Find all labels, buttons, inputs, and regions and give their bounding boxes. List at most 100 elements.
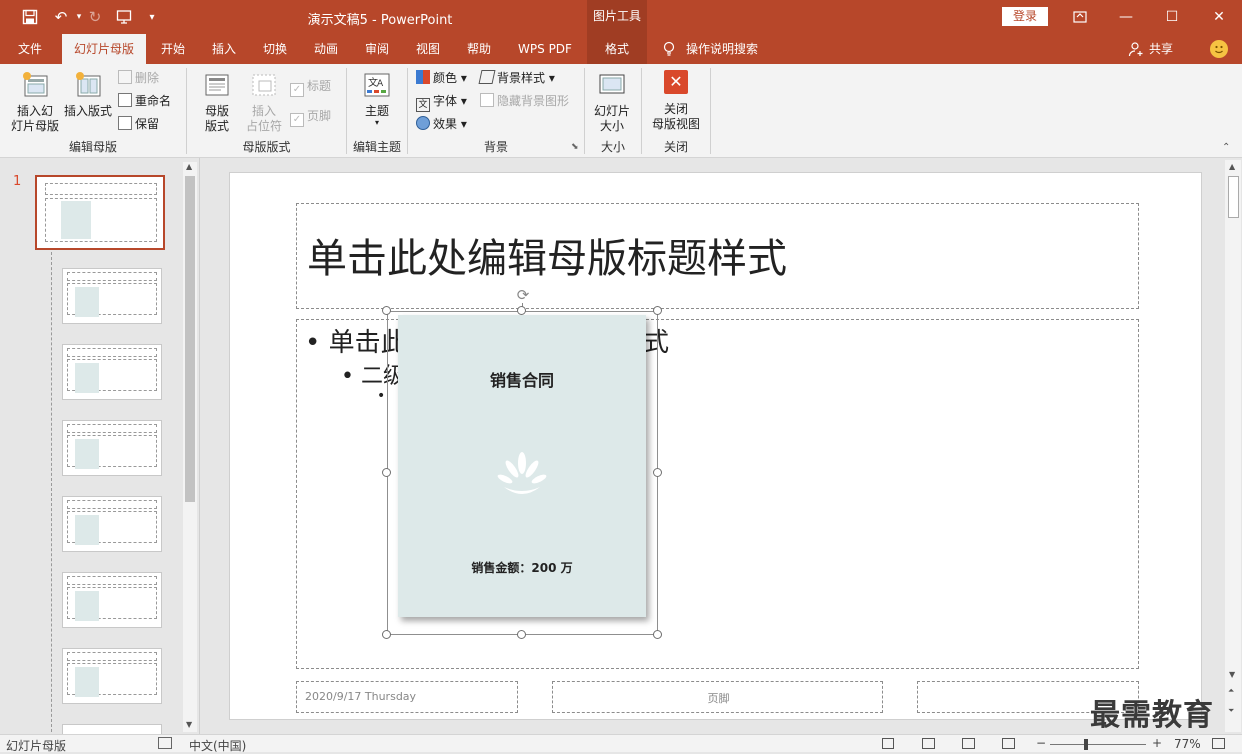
insert-slide-master-icon [20, 70, 50, 100]
tell-me-search[interactable]: 操作说明搜索 [686, 34, 766, 64]
zoom-out-icon[interactable]: − [1036, 736, 1046, 750]
share-icon[interactable] [1128, 41, 1144, 57]
reading-view-icon[interactable] [962, 738, 975, 749]
customize-qat-icon[interactable]: ▾ [141, 6, 163, 28]
resize-handle[interactable] [382, 306, 391, 315]
ribbon: 插入幻 灯片母版 插入版式 删除 重命名 保留 编辑母版 母版 版式 插入 占位… [0, 64, 1242, 158]
tab-home[interactable]: 开始 [152, 34, 194, 64]
close-icon[interactable]: ✕ [1196, 0, 1242, 34]
resize-handle[interactable] [382, 468, 391, 477]
tab-transitions[interactable]: 切换 [254, 34, 296, 64]
resize-handle[interactable] [653, 468, 662, 477]
tab-format[interactable]: 格式 [587, 34, 647, 64]
insert-placeholder-button[interactable]: 插入 占位符 [240, 70, 288, 134]
smiley-feedback-icon[interactable] [1210, 40, 1228, 58]
scrollbar-thumb[interactable] [185, 176, 195, 502]
effects-button[interactable]: 效果 ▾ [416, 114, 467, 134]
footer-checkbox[interactable]: ✓ 页脚 [290, 106, 331, 127]
insert-slide-master-button[interactable]: 插入幻 灯片母版 [8, 70, 62, 134]
zoom-slider-thumb[interactable] [1084, 739, 1088, 750]
date-text: 2020/9/17 Thursday [305, 690, 417, 703]
rotate-handle-icon[interactable]: ⟳ [515, 287, 531, 303]
thumb-title-placeholder [67, 348, 157, 357]
group-label-size: 大小 [600, 140, 625, 154]
thumb-title-placeholder [67, 652, 157, 661]
scroll-down-icon[interactable]: ▼ [186, 720, 192, 729]
scroll-down-icon[interactable]: ▼ [1229, 670, 1235, 679]
login-button[interactable]: 登录 [1002, 7, 1048, 26]
footer-placeholder[interactable]: 页脚 [552, 681, 883, 713]
previous-slide-icon[interactable]: ⏶ [1228, 686, 1234, 696]
save-icon[interactable] [19, 6, 41, 28]
ribbon-display-icon[interactable] [1057, 0, 1103, 34]
master-layout-button[interactable]: 母版 版式 [195, 70, 239, 134]
fonts-button[interactable]: 文字体 ▾ [416, 91, 467, 112]
present-icon[interactable] [113, 6, 135, 28]
delete-button[interactable]: 删除 [118, 68, 159, 88]
resize-handle[interactable] [517, 306, 526, 315]
thumbnail-layout[interactable] [62, 572, 162, 628]
zoom-level[interactable]: 77% [1174, 737, 1201, 751]
resize-handle[interactable] [653, 306, 662, 315]
slide-thumbnail-pane: 1 ▲ ▼ [0, 158, 200, 734]
tab-insert[interactable]: 插入 [203, 34, 245, 64]
thumbnail-master[interactable] [35, 175, 165, 250]
slide-size-button[interactable]: 幻灯片 大小 [590, 70, 634, 134]
scroll-up-icon[interactable]: ▲ [186, 162, 192, 171]
resize-handle[interactable] [382, 630, 391, 639]
canvas-scrollbar[interactable]: ▲ ▼ ⏶ ⏷ [1225, 160, 1241, 732]
accessibility-icon[interactable] [158, 737, 172, 749]
thumbnail-layout[interactable] [62, 648, 162, 704]
group-label-edit-theme: 编辑主题 [352, 140, 401, 154]
group-label-close: 关闭 [663, 140, 688, 154]
zoom-in-icon[interactable]: + [1152, 736, 1162, 750]
tab-view[interactable]: 视图 [407, 34, 449, 64]
normal-view-icon[interactable] [882, 738, 894, 749]
thumbnail-layout[interactable] [62, 268, 162, 324]
themes-button[interactable]: 文A 主题 ▾ [352, 70, 402, 127]
thumbnail-layout[interactable] [62, 344, 162, 400]
tab-help[interactable]: 帮助 [458, 34, 500, 64]
title-checkbox[interactable]: ✓ 标题 [290, 76, 331, 97]
hide-background-checkbox[interactable]: 隐藏背景图形 [480, 91, 569, 111]
background-styles-button[interactable]: 背景样式 ▾ [478, 68, 555, 88]
tab-wps-pdf[interactable]: WPS PDF [510, 34, 580, 64]
thumbnail-scrollbar[interactable]: ▲ ▼ [183, 162, 197, 732]
contract-picture[interactable]: 销售合同 销售金额：200 万 [398, 315, 646, 617]
insert-layout-button[interactable]: 插入版式 [62, 70, 114, 119]
zoom-slider-track[interactable] [1050, 744, 1146, 745]
thumbnail-layout[interactable] [62, 724, 162, 734]
tab-review[interactable]: 审阅 [356, 34, 398, 64]
close-master-view-button[interactable]: ✕ 关闭 母版视图 [648, 70, 704, 132]
minimize-icon[interactable]: — [1103, 0, 1149, 34]
group-label-edit-master: 编辑母版 [68, 140, 117, 154]
thumb-title-placeholder [67, 576, 157, 585]
status-language[interactable]: 中文(中国) [189, 737, 246, 754]
maximize-icon[interactable]: ☐ [1149, 0, 1195, 34]
group-label-background: 背景 [483, 140, 508, 154]
resize-handle[interactable] [653, 630, 662, 639]
colors-button[interactable]: 颜色 ▾ [416, 68, 467, 88]
dialog-launcher-icon[interactable]: ⬊ [571, 142, 579, 152]
share-button[interactable]: 共享 [1146, 34, 1176, 64]
date-placeholder[interactable]: 2020/9/17 Thursday [296, 681, 518, 713]
slideshow-icon[interactable] [1002, 738, 1015, 749]
tab-slide-master[interactable]: 幻灯片母版 [62, 34, 146, 64]
next-slide-icon[interactable]: ⏷ [1228, 706, 1234, 716]
thumbnail-layout[interactable] [62, 496, 162, 552]
slide-sorter-icon[interactable] [922, 738, 935, 749]
fit-to-window-icon[interactable] [1212, 738, 1225, 749]
scrollbar-thumb[interactable] [1228, 176, 1239, 218]
rename-button[interactable]: 重命名 [118, 91, 171, 111]
tab-animations[interactable]: 动画 [305, 34, 347, 64]
preserve-button[interactable]: 保留 [118, 114, 159, 134]
tab-file[interactable]: 文件 [8, 34, 52, 64]
resize-handle[interactable] [517, 630, 526, 639]
redo-icon[interactable]: ↻ [84, 6, 106, 28]
title-placeholder[interactable]: 单击此处编辑母版标题样式 [296, 203, 1139, 309]
title-text: 单击此处编辑母版标题样式 [307, 236, 787, 282]
thumbnail-layout[interactable] [62, 420, 162, 476]
collapse-ribbon-icon[interactable]: ⌃ [1222, 142, 1230, 153]
scroll-up-icon[interactable]: ▲ [1229, 162, 1235, 171]
thumb-picture [75, 363, 99, 393]
